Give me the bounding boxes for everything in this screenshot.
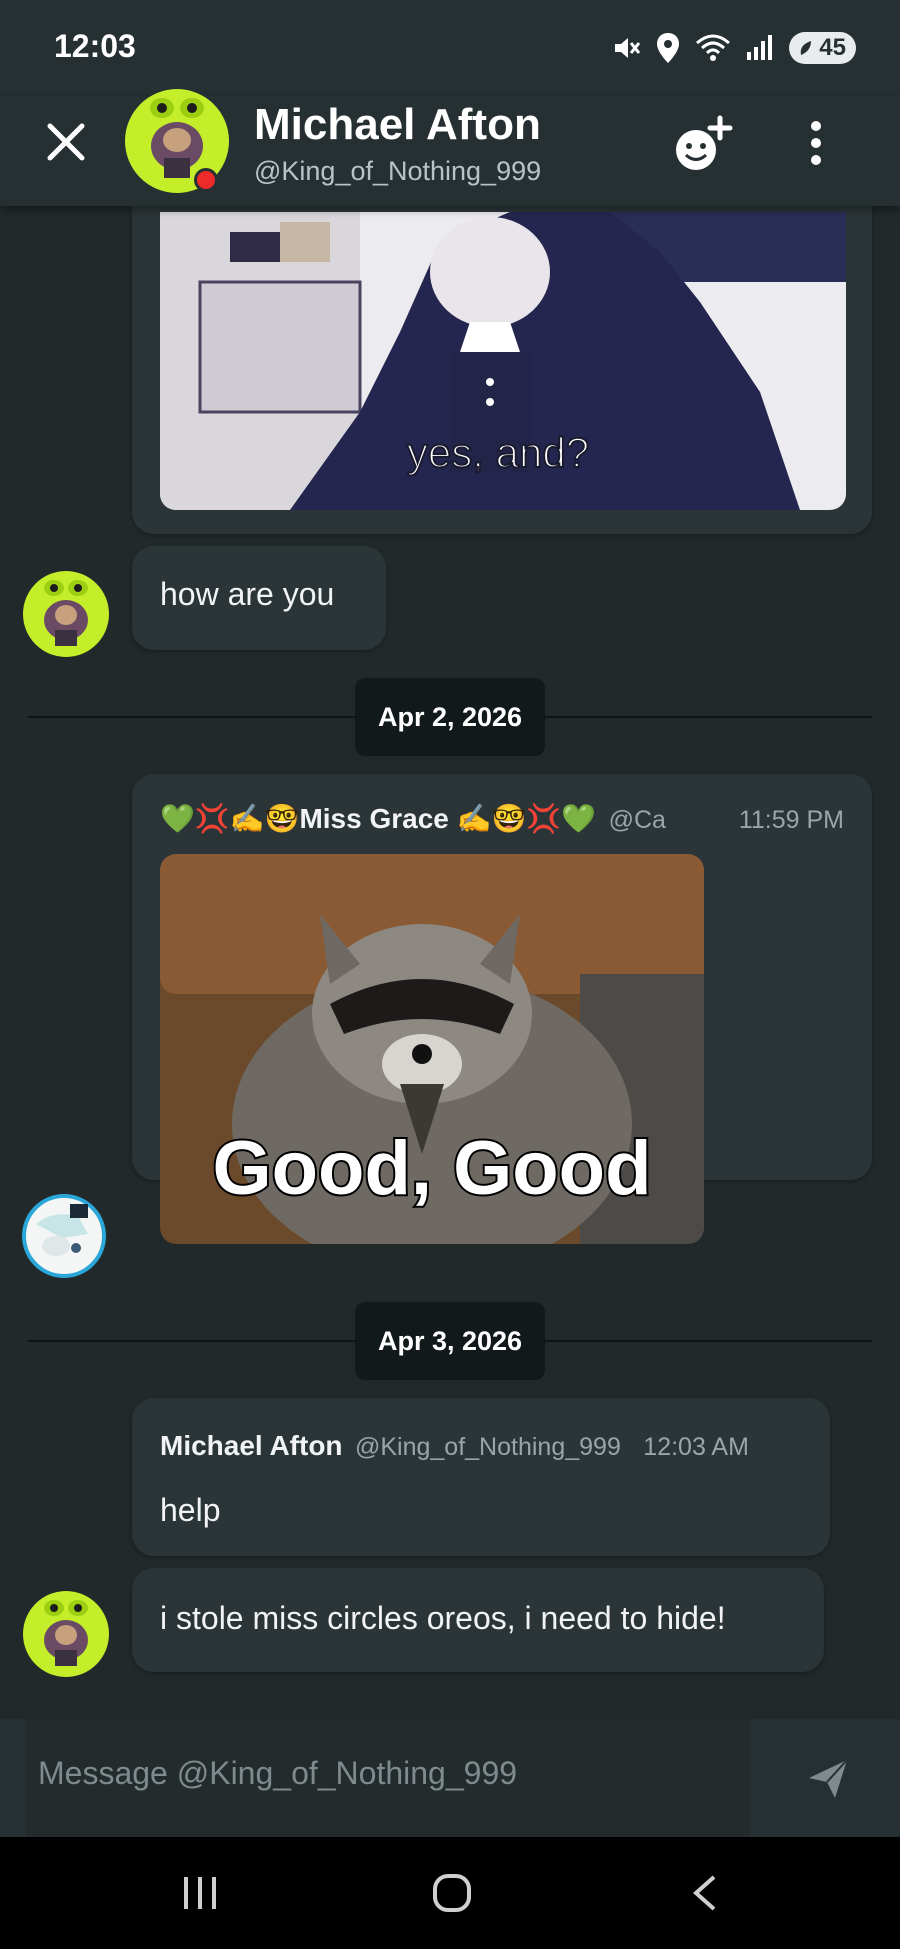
message-text: i stole miss circles oreos, i need to hi… xyxy=(160,1600,726,1636)
send-icon[interactable] xyxy=(805,1756,851,1802)
date-pill: Apr 2, 2026 xyxy=(355,678,545,756)
battery-icon: 45 xyxy=(789,32,856,64)
wifi-icon xyxy=(696,34,731,61)
dm-header: Michael Afton @King_of_Nothing_999 xyxy=(0,89,900,206)
message-text: how are you xyxy=(160,576,335,612)
message-input[interactable]: Message @King_of_Nothing_999 xyxy=(26,1719,750,1837)
message-bubble-last[interactable]: i stole miss circles oreos, i need to hi… xyxy=(132,1568,824,1672)
back-nav-icon[interactable] xyxy=(686,1873,726,1913)
author-name[interactable]: 💚💢✍️🤓Miss Grace ✍️🤓💢💚 xyxy=(160,803,596,834)
meme-caption: yes, and? xyxy=(407,429,589,476)
close-icon[interactable] xyxy=(44,120,88,164)
message-bubble-help[interactable]: Michael Afton @King_of_Nothing_999 12:03… xyxy=(132,1398,830,1556)
message-timestamp: 12:03 AM xyxy=(643,1433,749,1461)
location-icon xyxy=(657,33,680,63)
date-divider: Apr 2, 2026 xyxy=(28,678,872,756)
message-bubble-meme[interactable]: yes, and? xyxy=(132,206,872,534)
message-meta: 💚💢✍️🤓Miss Grace ✍️🤓💢💚 @Ca 11:59 PM xyxy=(160,802,844,838)
home-nav-icon[interactable] xyxy=(432,1873,472,1913)
meme-image[interactable]: yes, and? xyxy=(160,212,846,510)
add-friend-icon[interactable] xyxy=(672,114,734,174)
signal-icon xyxy=(747,35,773,60)
message-list[interactable]: yes, and? how are you Apr 2, 2026 💚💢✍️🤓M… xyxy=(0,206,900,1719)
presence-dnd-indicator xyxy=(197,171,215,189)
message-meta: Michael Afton @King_of_Nothing_999 12:03… xyxy=(160,1430,749,1462)
message-text: help xyxy=(160,1492,221,1528)
raccoon-gif[interactable]: Good, Good xyxy=(160,854,704,1244)
frog-avatar[interactable] xyxy=(22,570,110,658)
message-bubble-raccoon[interactable]: 💚💢✍️🤓Miss Grace ✍️🤓💢💚 @Ca 11:59 PM Good,… xyxy=(132,774,872,1244)
message-bubble-how-are-you[interactable]: how are you xyxy=(132,546,386,650)
grace-avatar[interactable] xyxy=(22,1194,106,1278)
message-composer: Message @King_of_Nothing_999 xyxy=(0,1719,900,1837)
author-name[interactable]: Michael Afton xyxy=(160,1430,343,1461)
battery-level: 45 xyxy=(819,34,846,61)
more-vertical-icon[interactable] xyxy=(800,118,832,168)
status-bar: 12:03 45 xyxy=(0,0,900,96)
system-nav-bar xyxy=(0,1837,900,1949)
date-divider: Apr 3, 2026 xyxy=(28,1302,872,1380)
header-title: Michael Afton xyxy=(254,100,541,149)
header-avatar[interactable] xyxy=(124,88,230,194)
message-placeholder: Message @King_of_Nothing_999 xyxy=(38,1755,518,1791)
status-icons: 45 xyxy=(611,28,856,68)
header-handle: @King_of_Nothing_999 xyxy=(254,156,542,186)
frog-avatar[interactable] xyxy=(22,1590,110,1678)
author-handle: @King_of_Nothing_999 xyxy=(354,1433,621,1461)
message-timestamp: 11:59 PM xyxy=(724,806,844,835)
date-pill: Apr 3, 2026 xyxy=(355,1302,545,1380)
mute-icon xyxy=(615,38,641,58)
gif-caption: Good, Good xyxy=(212,1126,651,1211)
author-handle: @Ca xyxy=(608,806,666,834)
recents-nav-icon[interactable] xyxy=(180,1873,220,1913)
status-time: 12:03 xyxy=(54,28,136,64)
